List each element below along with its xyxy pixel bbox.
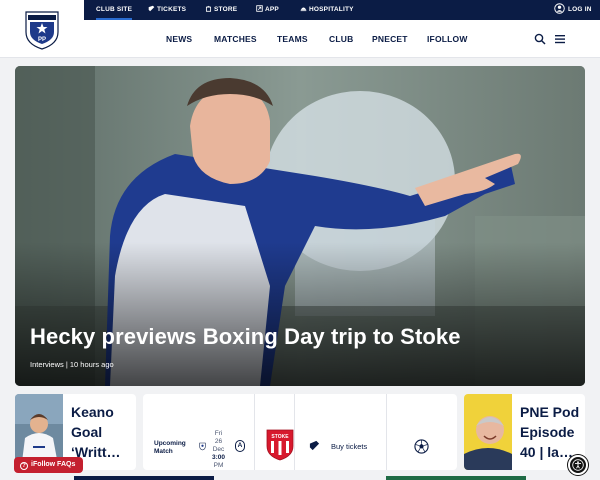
upcoming-match-label: Upcoming Match bbox=[154, 440, 186, 456]
search-icon[interactable] bbox=[534, 33, 546, 45]
news-card-title: Keano Goal ‘Writt… bbox=[71, 404, 121, 460]
upcoming-label-line1: Upcoming bbox=[154, 440, 186, 447]
app-icon bbox=[256, 5, 263, 12]
podcast-card[interactable]: PNE Pod Episode 40 | la… bbox=[464, 394, 585, 470]
ticket-icon bbox=[148, 5, 155, 12]
nav-club[interactable]: CLUB bbox=[329, 34, 353, 44]
podcast-card-image bbox=[464, 394, 512, 470]
crest-initials: PP bbox=[38, 37, 46, 43]
fixture-daynum: 26 bbox=[214, 438, 223, 445]
match-centre-cell[interactable] bbox=[387, 394, 457, 470]
accessibility-button[interactable] bbox=[568, 455, 588, 475]
store-label: STORE bbox=[214, 6, 238, 13]
accessibility-icon bbox=[572, 459, 584, 471]
hospitality-label: HOSPITALITY bbox=[309, 6, 354, 13]
help-icon: ? bbox=[20, 462, 28, 470]
bottom-banner-navy bbox=[74, 476, 214, 480]
fixture-ampm: PM bbox=[213, 462, 224, 469]
opponent-crest-text: STOKE bbox=[271, 434, 289, 440]
buy-tickets-link[interactable]: Buy tickets bbox=[331, 442, 367, 451]
hero-feature[interactable]: Hecky previews Boxing Day trip to Stoke … bbox=[15, 66, 585, 386]
home-crest-icon bbox=[199, 442, 206, 451]
user-icon bbox=[554, 3, 565, 14]
venue-badge: A bbox=[235, 440, 245, 452]
nav-pnecet[interactable]: PNECET bbox=[372, 34, 408, 44]
upcoming-label-line2: Match bbox=[154, 448, 173, 455]
ticket-icon bbox=[309, 440, 320, 451]
login-link[interactable]: LOG IN bbox=[554, 0, 592, 20]
opponent-cell: STOKE bbox=[255, 394, 295, 470]
nav-matches[interactable]: MATCHES bbox=[214, 34, 257, 44]
venue-badge-text: A bbox=[237, 442, 243, 449]
store-icon bbox=[205, 5, 212, 12]
podcast-card-title: PNE Pod Episode 40 | la… bbox=[520, 404, 580, 460]
club-site-link[interactable]: CLUB SITE bbox=[96, 0, 133, 20]
hero-title[interactable]: Hecky previews Boxing Day trip to Stoke bbox=[30, 324, 461, 350]
nav-news[interactable]: NEWS bbox=[166, 34, 192, 44]
match-info-cell: Upcoming Match Fri 26 Dec 3:00 PM A bbox=[143, 394, 255, 470]
opponent-crest-logo: STOKE bbox=[266, 429, 294, 461]
app-label: APP bbox=[265, 6, 279, 13]
ifollow-faqs-button[interactable]: ? iFollow FAQs bbox=[14, 457, 84, 473]
login-label: LOG IN bbox=[568, 6, 592, 13]
tickets-link[interactable]: TICKETS bbox=[148, 0, 186, 20]
football-icon[interactable] bbox=[414, 439, 429, 454]
store-link[interactable]: STORE bbox=[205, 0, 237, 20]
nav-ifollow[interactable]: IFOLLOW bbox=[427, 34, 468, 44]
bottom-banner-green bbox=[386, 476, 526, 480]
fixture-time: 3:00 bbox=[212, 454, 226, 461]
fixture-date: Fri 26 Dec 3:00 PM bbox=[212, 430, 225, 470]
faq-label: iFollow FAQs bbox=[31, 461, 76, 468]
fixture-day: Fri bbox=[214, 430, 223, 437]
buy-tickets-cell[interactable]: Buy tickets bbox=[295, 394, 387, 470]
club-crest-logo[interactable]: PP bbox=[22, 10, 62, 50]
tickets-label: TICKETS bbox=[157, 6, 187, 13]
app-link[interactable]: APP bbox=[256, 0, 279, 20]
hospitality-link[interactable]: HOSPITALITY bbox=[300, 0, 354, 20]
nav-teams[interactable]: TEAMS bbox=[277, 34, 308, 44]
hospitality-icon bbox=[300, 7, 307, 12]
fixture-month: Dec bbox=[212, 446, 225, 453]
hero-meta: Interviews | 10 hours ago bbox=[30, 360, 114, 369]
top-utility-bar: CLUB SITE TICKETS STORE APP HOSPITALITY … bbox=[0, 0, 600, 20]
upcoming-match-card[interactable]: Upcoming Match Fri 26 Dec 3:00 PM A STOK… bbox=[143, 394, 457, 470]
menu-icon[interactable] bbox=[554, 33, 566, 45]
